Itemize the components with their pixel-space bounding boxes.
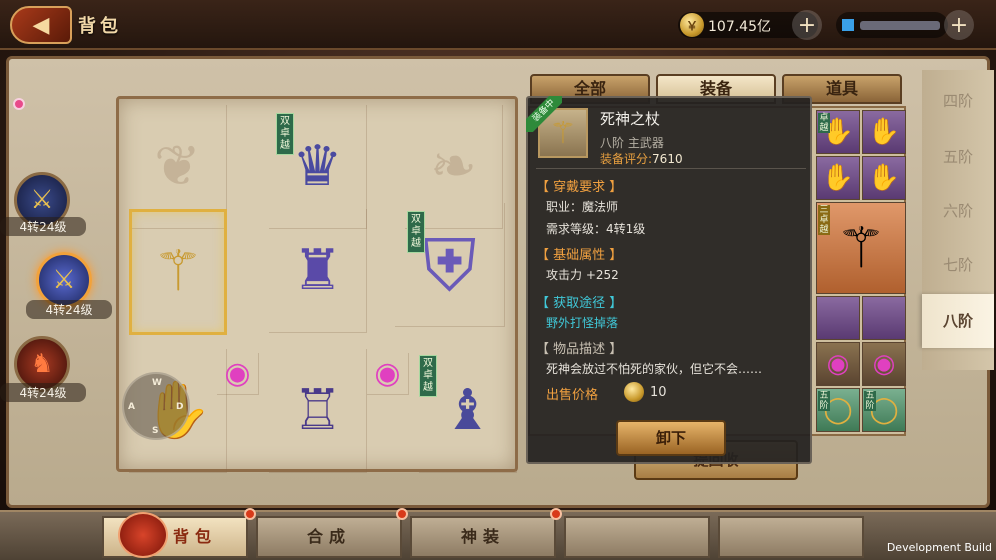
item-ring[interactable]: ◉ (816, 342, 860, 386)
excellent-tag: 双卓越 (407, 211, 425, 253)
wings-placeholder-icon: ❦ (154, 133, 201, 199)
tier-8[interactable]: 八阶 (922, 294, 994, 348)
sell-price-value: 10 (650, 385, 667, 400)
add-gold-button[interactable]: + (792, 10, 822, 40)
hero-level-1: 4转24级 (0, 217, 86, 236)
nav-empty-1[interactable] (564, 516, 710, 558)
slot-ring-2[interactable]: ◉ (367, 353, 409, 395)
slot-pants[interactable]: ♖ (269, 349, 367, 473)
slot-ring-1[interactable]: ◉ (217, 353, 259, 395)
excellent-tag: 双卓越 (419, 355, 437, 397)
description-text: 死神会放过不怕死的家伙，但它不会…… (546, 362, 763, 376)
joystick-w: W (152, 378, 162, 388)
back-arrow-icon: ◀ (32, 12, 50, 38)
gloves-icon: ✋ (821, 163, 855, 193)
requirement-job: 职业：魔法师 (546, 200, 619, 214)
item-gloves[interactable]: 卓越 ✋ (816, 110, 860, 154)
joystick-a: A (128, 402, 135, 412)
boots-icon: ♝ (442, 377, 493, 443)
description-title: 【 物品描述 】 (536, 342, 623, 357)
shield-icon: ⛨ (422, 222, 477, 307)
wings-placeholder-icon: ❧ (430, 133, 477, 199)
item-triple-excellent-staff[interactable]: 三卓越 ⚚ (816, 202, 906, 294)
armor-icon: ♜ (292, 237, 343, 303)
joystick-s: S (152, 426, 159, 436)
attribute-attack: 攻击力 +252 (546, 268, 619, 282)
source-title: 【 获取途径 】 (536, 296, 623, 311)
gold-coin-icon: ￥ (680, 13, 704, 37)
item-tooltip: ⚚ 装备中 死神之杖 八阶 主武器 装备评分:7610 【 穿戴要求 】 职业：… (526, 96, 812, 464)
staff-icon: ⚚ (152, 239, 204, 304)
pants-icon: ♖ (292, 377, 343, 443)
dev-build-label: Development Build (886, 541, 992, 554)
ring-icon: ◉ (872, 349, 896, 379)
coin-icon (624, 382, 644, 402)
joystick-d: D (176, 402, 184, 412)
gloves-icon: ✋ (867, 117, 901, 147)
ring-icon: ◉ (826, 349, 850, 379)
item-name: 死神之杖 (600, 110, 661, 128)
tier-5[interactable]: 五阶 (922, 130, 994, 184)
source-text: 野外打怪掉落 (546, 316, 619, 330)
item-gloves[interactable]: ✋ (862, 156, 906, 200)
notification-dot (550, 508, 562, 520)
tier-4[interactable]: 四阶 (922, 74, 994, 128)
page-title: 背包 (78, 16, 122, 37)
item-type: 八阶 主武器 (600, 136, 664, 150)
back-button[interactable]: ◀ (10, 6, 72, 44)
gold-amount: 107.45亿 (708, 19, 771, 35)
game-scene: ◀ 背包 ￥ 107.45亿 + + ⚔ 4转24级 ⚔ 4转24级 ♞ 4转2… (0, 0, 996, 560)
top-bar: ◀ 背包 ￥ 107.45亿 + + (0, 0, 996, 50)
ring-icon: ◉ (224, 355, 251, 391)
gloves-icon: ✋ (867, 163, 901, 193)
item-tier5-ring[interactable]: 五阶 ◯ (862, 388, 906, 432)
requirements-title: 【 穿戴要求 】 (536, 180, 623, 195)
item-score: 装备评分:7610 (600, 152, 683, 166)
item-ring[interactable]: ◉ (862, 342, 906, 386)
tier-6[interactable]: 六阶 (922, 184, 994, 238)
attributes-title: 【 基础属性 】 (536, 248, 623, 263)
virtual-joystick[interactable]: W A S D (122, 372, 190, 440)
notification-dot (396, 508, 408, 520)
hero-level-2: 4转24级 (26, 300, 112, 319)
slot-armor[interactable]: ♜ (269, 209, 367, 333)
gem-icon (842, 19, 854, 31)
helmet-icon: ♛ (292, 133, 343, 199)
item-tier5-ring[interactable]: 五阶 ◯ (816, 388, 860, 432)
bag-seal-icon (118, 512, 168, 558)
divider (536, 168, 806, 169)
hero-level-3: 4转24级 (0, 383, 86, 402)
gem-counter (836, 12, 948, 38)
notification-dot (244, 508, 256, 520)
nav-divine-gear[interactable]: 神装 (410, 516, 556, 558)
notification-dot (13, 98, 25, 110)
sell-price-label: 出售价格 (546, 388, 599, 403)
nav-empty-2[interactable] (718, 516, 864, 558)
item-empty-purple[interactable] (862, 296, 906, 340)
nav-synthesis[interactable]: 合成 (256, 516, 402, 558)
item-gloves[interactable]: ✋ (816, 156, 860, 200)
excellent-tag: 双卓越 (276, 113, 294, 155)
item-gloves[interactable]: ✋ (862, 110, 906, 154)
requirement-level: 需求等级：4转1级 (546, 222, 646, 236)
tier-7[interactable]: 七阶 (922, 238, 994, 292)
item-empty-purple[interactable] (816, 296, 860, 340)
staff-icon: ⚚ (835, 215, 887, 281)
equipped-ribbon: 装备中 (526, 96, 562, 132)
tier-filter: 四阶 五阶 六阶 七阶 八阶 (922, 70, 994, 370)
add-gem-button[interactable]: + (944, 10, 974, 40)
unequip-button[interactable]: 卸下 (616, 420, 726, 456)
gem-amount-hidden (860, 21, 940, 30)
ring-icon: ◉ (374, 355, 401, 391)
slot-main-weapon[interactable]: ⚚ (129, 209, 227, 335)
